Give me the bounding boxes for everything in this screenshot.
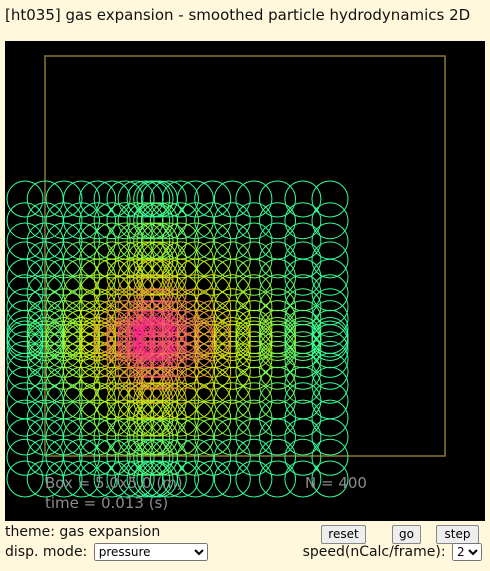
particle-circle bbox=[311, 222, 349, 260]
disp-mode-select[interactable]: pressure bbox=[93, 543, 208, 561]
particle-circle bbox=[213, 180, 251, 218]
particle-circle bbox=[311, 418, 349, 456]
particle-circle bbox=[140, 438, 178, 476]
particle-circle bbox=[311, 258, 349, 296]
particle-circle bbox=[6, 460, 44, 498]
particle-circle bbox=[213, 241, 251, 279]
particle-circle bbox=[213, 352, 251, 390]
particle-circle bbox=[311, 180, 349, 218]
time-label: time = 0.013 (s) bbox=[45, 494, 168, 512]
reset-button[interactable]: reset bbox=[321, 525, 366, 544]
particle-circle bbox=[117, 418, 155, 456]
particle-circle bbox=[194, 202, 232, 240]
particle-circle bbox=[126, 438, 164, 476]
particle-circle bbox=[6, 366, 44, 404]
particle-circle bbox=[235, 222, 273, 260]
particle-circle bbox=[284, 438, 322, 476]
particle-circle bbox=[176, 460, 214, 498]
particle-circle bbox=[311, 202, 349, 240]
simulation-canvas[interactable]: Box = 5.0x5.0 (m) time = 0.013 (s) N = 4… bbox=[5, 41, 485, 521]
particle-circle bbox=[194, 438, 232, 476]
particle-circle bbox=[284, 418, 322, 456]
particle-circle bbox=[284, 202, 322, 240]
particle-circle bbox=[126, 180, 164, 218]
particle-circle bbox=[6, 241, 44, 279]
particle-circle bbox=[235, 460, 273, 498]
particle-circle bbox=[176, 180, 214, 218]
particle-circle bbox=[284, 241, 322, 279]
particle-circle bbox=[176, 202, 214, 240]
disp-mode-row: disp. mode: pressure bbox=[5, 543, 208, 561]
particle-circle bbox=[235, 180, 273, 218]
particle-circle bbox=[311, 317, 349, 354]
particle-circle bbox=[284, 366, 322, 404]
particle-circle bbox=[235, 418, 273, 456]
page-title: [ht035] gas expansion - smoothed particl… bbox=[5, 6, 471, 24]
particle-circle bbox=[311, 324, 349, 361]
disp-mode-label: disp. mode: bbox=[5, 544, 88, 560]
particle-circle bbox=[284, 222, 322, 260]
particle-circle bbox=[79, 366, 117, 404]
particle-circle bbox=[6, 180, 44, 218]
particle-circle bbox=[6, 222, 44, 260]
particle-circle bbox=[235, 438, 273, 476]
particle-circle bbox=[311, 399, 349, 437]
particle-circle bbox=[176, 438, 214, 476]
control-panel: theme: gas expansion disp. mode: pressur… bbox=[0, 521, 490, 571]
particle-circle bbox=[194, 180, 232, 218]
particle-circle bbox=[213, 399, 251, 437]
particle-circle bbox=[311, 288, 349, 326]
particle-circle bbox=[140, 222, 178, 260]
particle-circle bbox=[6, 438, 44, 476]
box-outline bbox=[44, 55, 446, 457]
particle-circle bbox=[140, 418, 178, 456]
particle-circle bbox=[311, 352, 349, 390]
particle-circle bbox=[311, 241, 349, 279]
particle-circle bbox=[126, 418, 164, 456]
particle-circle bbox=[284, 382, 322, 420]
simulation-view: Box = 5.0x5.0 (m) time = 0.013 (s) N = 4… bbox=[6, 55, 446, 512]
particle-circle bbox=[6, 258, 44, 296]
particle-circle bbox=[311, 382, 349, 420]
particle-circle bbox=[213, 418, 251, 456]
speed-row: speed(nCalc/frame): 2 bbox=[303, 543, 482, 561]
speed-label: speed(nCalc/frame): bbox=[302, 544, 446, 560]
particle-circle bbox=[284, 180, 322, 218]
particle-circle bbox=[213, 288, 251, 326]
particle-circle bbox=[235, 399, 273, 437]
particle-circle bbox=[213, 460, 251, 498]
particle-circle bbox=[284, 399, 322, 437]
particle-circle bbox=[213, 222, 251, 260]
particle-circle bbox=[284, 258, 322, 296]
particle-circle bbox=[284, 288, 322, 326]
box-size-label: Box = 5.0x5.0 (m) bbox=[45, 474, 183, 492]
particle-circle bbox=[6, 382, 44, 420]
particle-circle bbox=[117, 222, 155, 260]
particle-circle bbox=[6, 399, 44, 437]
particle-circle bbox=[126, 202, 164, 240]
particle-circle bbox=[213, 202, 251, 240]
particle-circle bbox=[235, 320, 273, 358]
particle-circle bbox=[213, 438, 251, 476]
particle-circle bbox=[140, 202, 178, 240]
particle-circle bbox=[311, 438, 349, 476]
particle-circle bbox=[194, 460, 232, 498]
particle-circle bbox=[6, 418, 44, 456]
particle-layer bbox=[6, 180, 349, 498]
particle-circle bbox=[6, 202, 44, 240]
particle-circle bbox=[311, 366, 349, 404]
particle-count-label: N = 400 bbox=[305, 474, 367, 492]
go-button[interactable]: go bbox=[392, 525, 421, 544]
step-button[interactable]: step bbox=[436, 525, 479, 544]
particle-circle bbox=[284, 352, 322, 390]
particle-circle bbox=[140, 180, 178, 218]
particle-circle bbox=[126, 222, 164, 260]
particle-circle bbox=[235, 202, 273, 240]
speed-select[interactable]: 2 bbox=[452, 543, 482, 561]
particle-circle bbox=[235, 241, 273, 279]
theme-label: theme: gas expansion bbox=[5, 524, 161, 540]
